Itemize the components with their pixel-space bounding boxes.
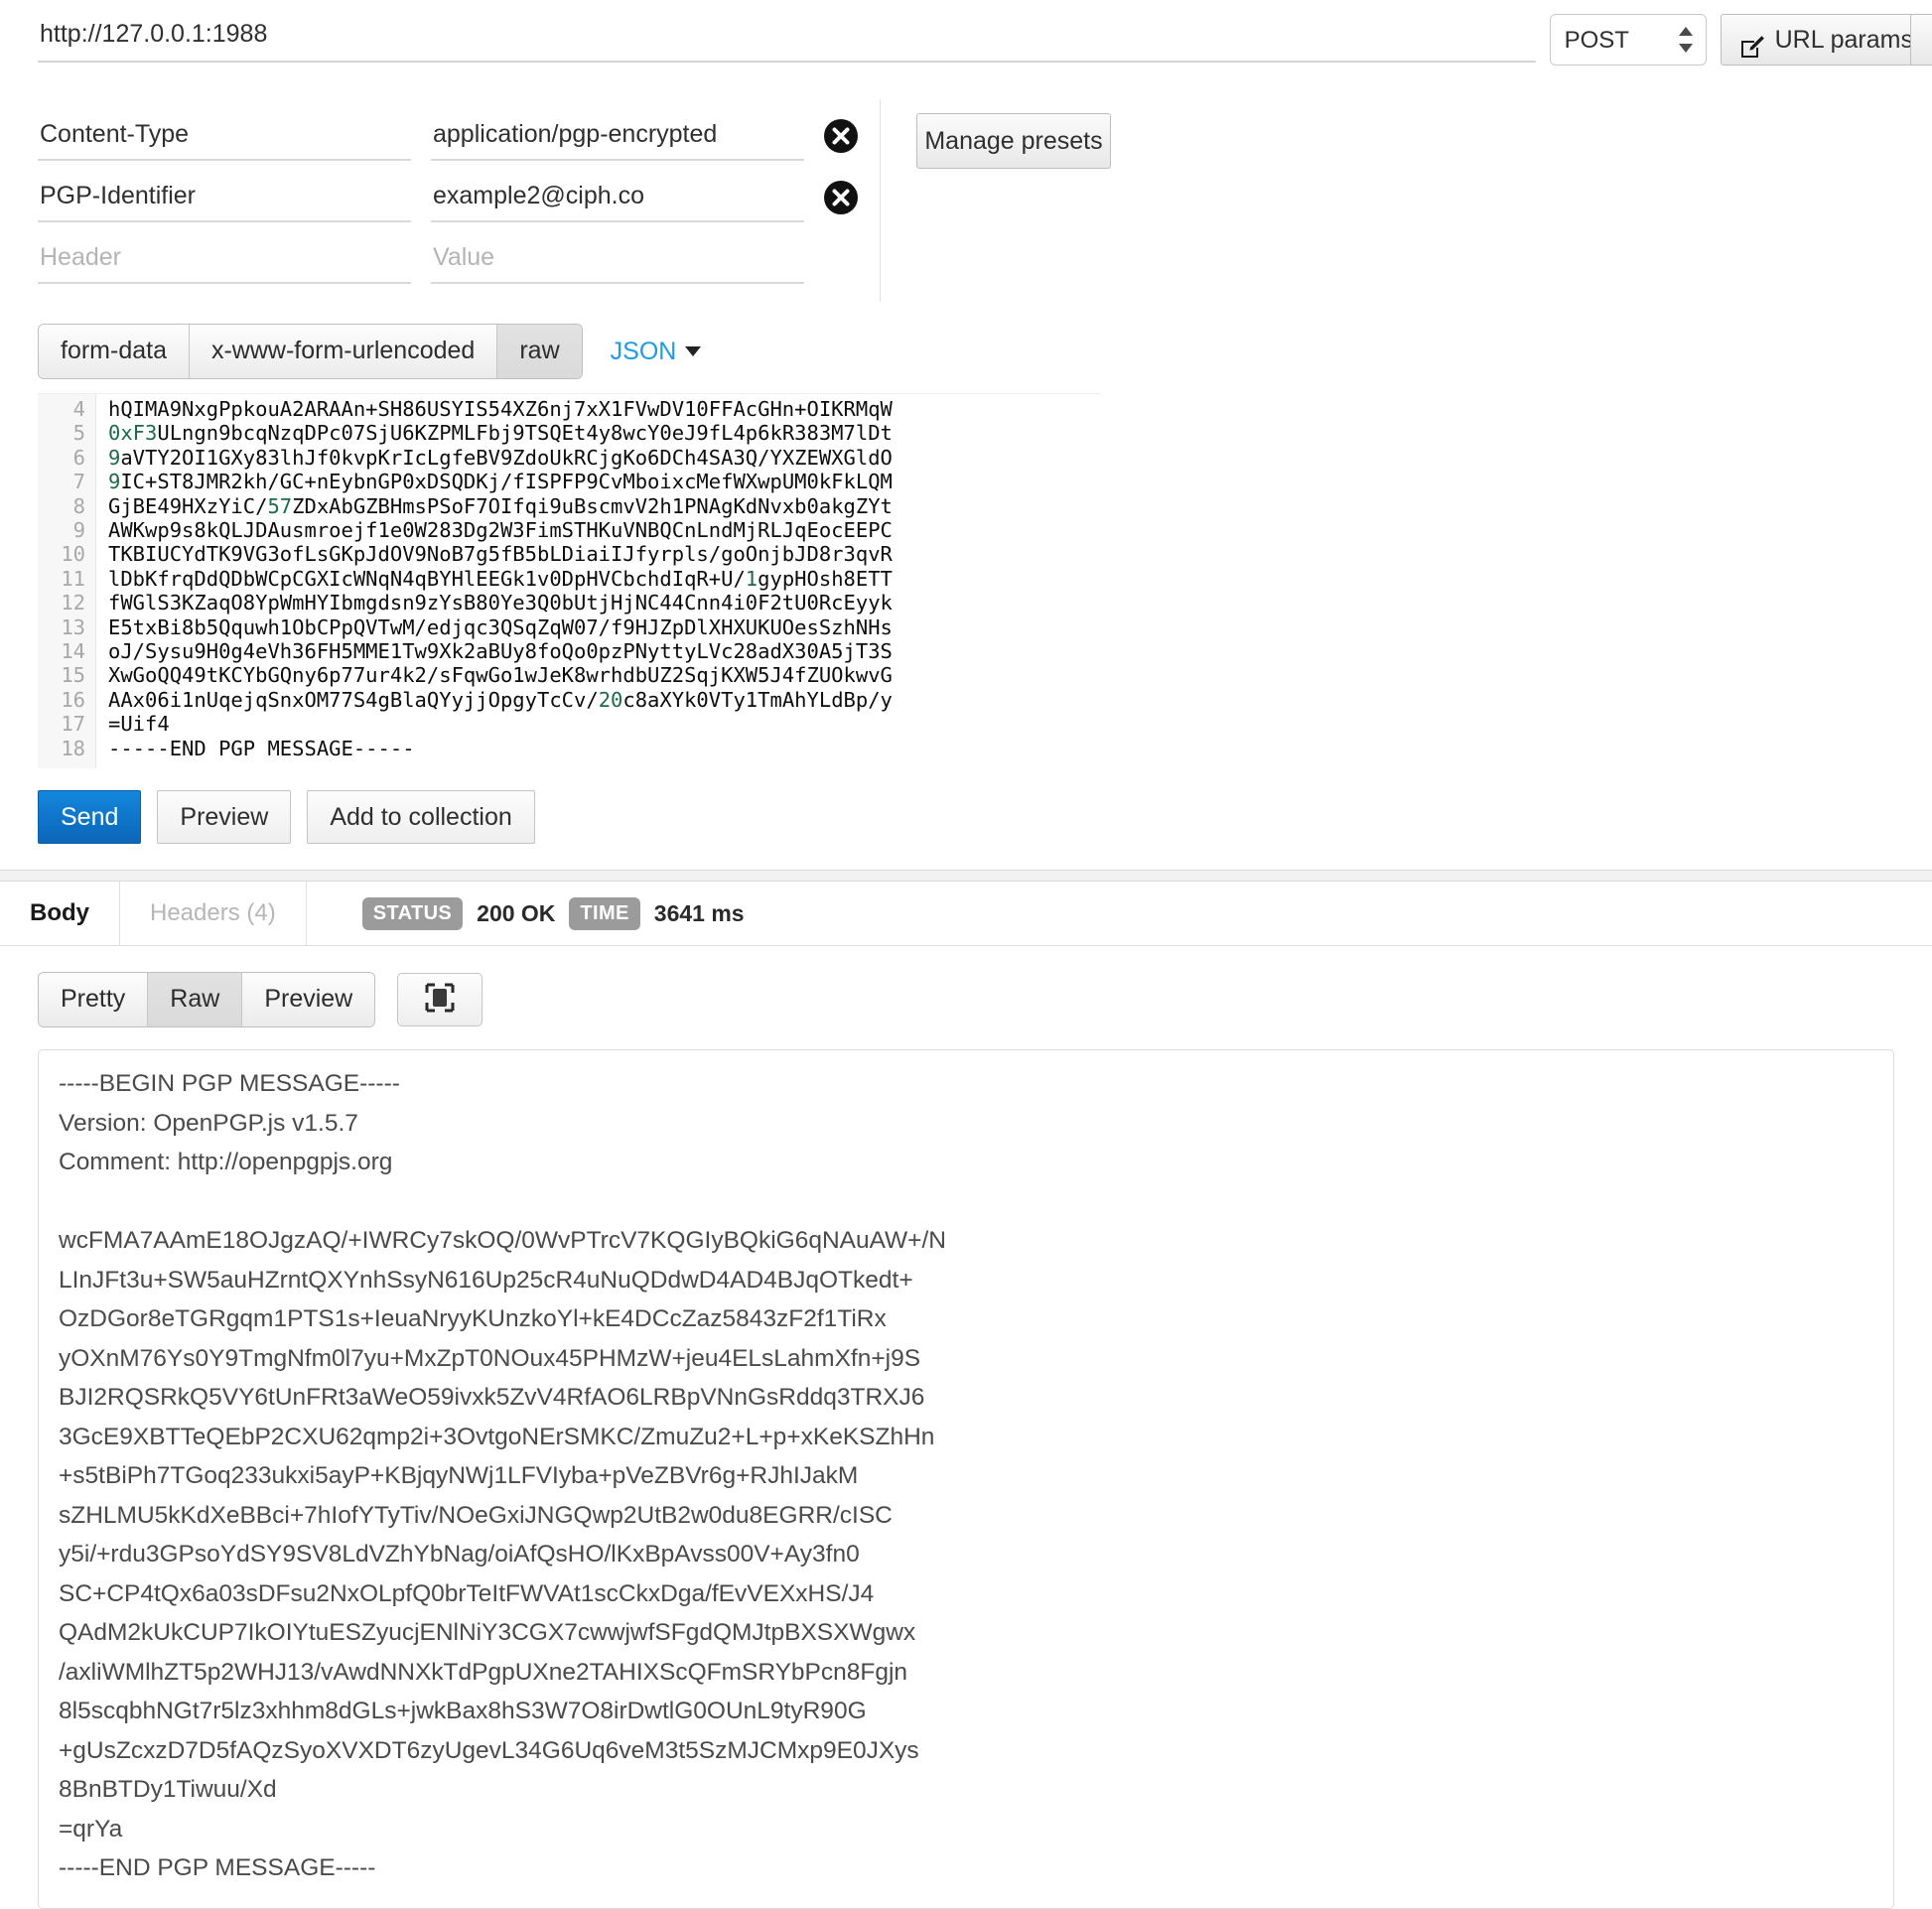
time-value: 3641 ms (653, 899, 745, 926)
add-to-collection-button[interactable]: Add to collection (307, 790, 535, 845)
tab-raw[interactable]: raw (497, 325, 582, 378)
body-type-segmented-control: form-data x-www-form-urlencoded raw (38, 324, 583, 379)
tab-headers[interactable]: Headers (4) (120, 882, 307, 946)
content-type-dropdown[interactable]: JSON (611, 338, 702, 366)
http-method-select[interactable]: POST (1549, 14, 1707, 66)
response-view-controls: Pretty Raw Preview (0, 946, 1932, 1028)
header-value-cell (431, 116, 804, 161)
response-meta: STATUS 200 OK TIME 3641 ms (307, 882, 745, 945)
chevron-down-icon (685, 346, 702, 356)
manage-presets-button[interactable]: Manage presets (916, 113, 1111, 169)
editor-line-numbers: 4 5 6 7 8 9 10 11 12 13 14 15 16 17 18 (38, 394, 96, 769)
header-value-input[interactable] (431, 178, 804, 222)
preview-button[interactable]: Preview (157, 790, 292, 845)
response-tabs: Body Headers (4) STATUS 200 OK TIME 3641… (0, 882, 1932, 947)
response-body-container: -----BEGIN PGP MESSAGE----- Version: Ope… (38, 1049, 1894, 1909)
status-badge-label: STATUS (361, 896, 464, 930)
url-input[interactable] (38, 14, 1536, 63)
tab-body[interactable]: Body (0, 882, 120, 946)
header-row (0, 99, 880, 161)
status-value: 200 OK (477, 899, 556, 926)
header-value-cell (431, 178, 804, 222)
headers-section: Manage presets (0, 99, 1932, 302)
response-view-segmented-control: Pretty Raw Preview (38, 972, 376, 1028)
header-row-empty (0, 222, 880, 284)
header-value-cell-empty (431, 239, 804, 284)
header-key-input-empty[interactable] (38, 239, 411, 284)
header-key-cell (38, 178, 411, 222)
delete-header-icon[interactable] (824, 119, 858, 153)
url-bar: POST URL params (0, 0, 1932, 77)
tab-form-data[interactable]: form-data (39, 325, 190, 378)
overflow-edge-button[interactable] (1910, 14, 1932, 66)
fullscreen-icon (425, 983, 455, 1018)
body-type-tabs: form-data x-www-form-urlencoded raw JSON (0, 302, 1932, 379)
response-body-text: -----BEGIN PGP MESSAGE----- Version: Ope… (59, 1070, 946, 1882)
headers-table (0, 99, 881, 302)
time-badge-label: TIME (569, 896, 640, 930)
url-params-label: URL params (1774, 26, 1913, 54)
header-value-input-empty[interactable] (431, 239, 804, 284)
header-key-input[interactable] (38, 178, 411, 222)
header-key-cell-empty (38, 239, 411, 284)
header-row (0, 161, 880, 222)
edit-pencil-icon (1739, 27, 1765, 58)
fullscreen-button[interactable] (397, 973, 483, 1027)
send-button[interactable]: Send (38, 790, 142, 845)
editor-code-content[interactable]: hQIMA9NxgPpkouA2ARAAn+SH86USYIS54XZ6nj7x… (96, 394, 893, 768)
request-actions: Send Preview Add to collection (0, 768, 1932, 870)
pane-divider[interactable] (0, 870, 1932, 883)
http-method-selector[interactable]: POST (1549, 14, 1707, 66)
response-pane: Body Headers (4) STATUS 200 OK TIME 3641… (0, 882, 1932, 1909)
request-body-editor[interactable]: 4 5 6 7 8 9 10 11 12 13 14 15 16 17 18 h… (38, 393, 1100, 769)
delete-header-icon[interactable] (824, 181, 858, 214)
presets-panel: Manage presets (881, 99, 1932, 302)
request-pane: POST URL params (0, 0, 1932, 871)
tab-preview[interactable]: Preview (242, 973, 375, 1027)
tab-pretty[interactable]: Pretty (39, 973, 149, 1027)
tab-raw-view[interactable]: Raw (148, 973, 243, 1027)
tab-x-www-form-urlencoded[interactable]: x-www-form-urlencoded (189, 325, 498, 378)
url-params-button[interactable]: URL params (1720, 14, 1932, 66)
url-input-wrapper (38, 14, 1536, 63)
header-key-input[interactable] (38, 116, 411, 161)
content-type-label: JSON (610, 337, 677, 365)
header-value-input[interactable] (431, 116, 804, 161)
header-key-cell (38, 116, 411, 161)
